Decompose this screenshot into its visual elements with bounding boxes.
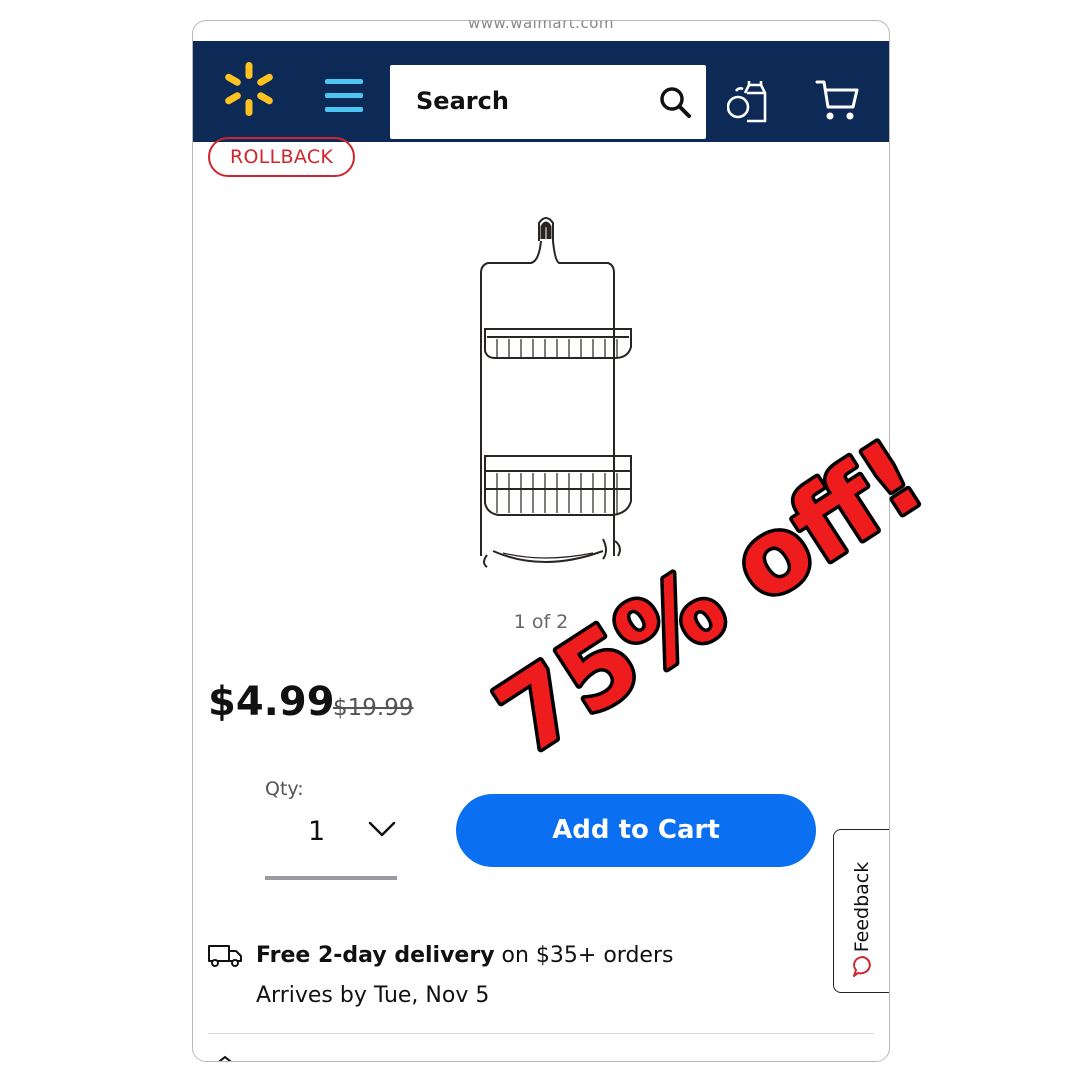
hamburger-menu-icon[interactable] <box>325 65 365 117</box>
add-to-cart-button[interactable]: Add to Cart <box>456 794 816 867</box>
url-bar[interactable]: www.walmart.com <box>193 21 889 43</box>
speech-bubble-icon <box>853 956 871 977</box>
original-price: $19.99 <box>333 695 414 721</box>
delivery-headline: Free 2-day delivery <box>256 943 495 968</box>
truck-icon <box>208 945 242 967</box>
search-field[interactable]: Search <box>390 65 706 139</box>
delivery-info: Free 2-day delivery on $35+ orders <box>256 943 673 968</box>
section-divider <box>208 1033 874 1034</box>
top-navigation-bar: Search <box>193 41 889 142</box>
promo-overlay: 75% off! <box>488 430 947 782</box>
feedback-tab[interactable]: Feedback <box>833 829 889 993</box>
rollback-badge: ROLLBACK <box>208 137 356 177</box>
arrival-date: Arrives by Tue, Nov 5 <box>256 983 490 1008</box>
chevron-down-icon[interactable] <box>368 819 396 839</box>
grocery-list-icon[interactable] <box>727 79 769 123</box>
store-icon <box>218 1055 232 1061</box>
current-price: $4.99 <box>208 679 335 725</box>
search-placeholder: Search <box>416 87 509 115</box>
walmart-spark-logo[interactable] <box>219 59 279 119</box>
qty-select-value[interactable]: 1 <box>308 816 325 847</box>
cart-icon[interactable] <box>815 79 859 121</box>
search-icon[interactable] <box>658 85 692 119</box>
qty-select-underline <box>265 876 397 880</box>
promo-text: 75% off! <box>488 430 943 778</box>
delivery-condition: on $35+ orders <box>494 943 674 968</box>
qty-label: Qty: <box>265 778 304 800</box>
